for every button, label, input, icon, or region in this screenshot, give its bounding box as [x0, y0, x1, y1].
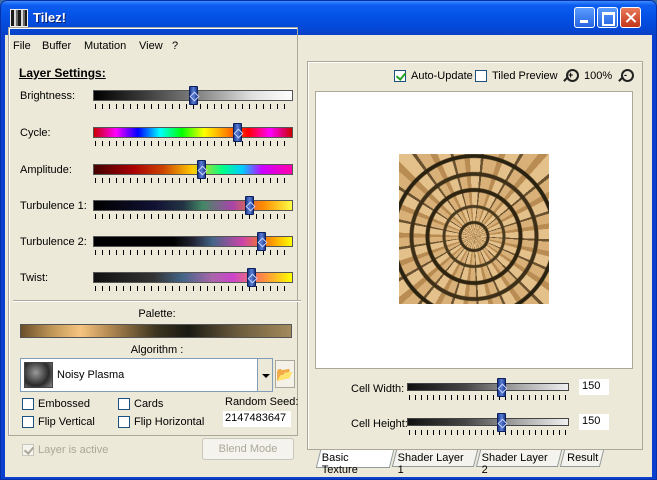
layer-active-label: Layer is active	[38, 444, 109, 456]
texture-preview[interactable]	[315, 91, 633, 369]
cell-height-thumb[interactable]	[497, 413, 506, 432]
tab-basic-texture[interactable]: Basic Texture	[315, 450, 395, 476]
slider-label: Brightness:	[20, 90, 76, 102]
flip-horizontal-label: Flip Horizontal	[134, 416, 205, 428]
slider-thumb[interactable]	[257, 232, 266, 251]
tab-result[interactable]: Result	[559, 450, 605, 467]
algorithm-value: Noisy Plasma	[57, 369, 125, 381]
cards-label: Cards	[134, 398, 164, 410]
close-button[interactable]	[620, 7, 641, 28]
flip-vertical-checkbox[interactable]	[22, 416, 34, 428]
slider-label: Cycle:	[20, 127, 51, 139]
slider-thumb[interactable]	[189, 86, 198, 105]
slider-label: Turbulence 1:	[20, 200, 87, 212]
algorithm-select[interactable]: Noisy Plasma	[20, 358, 273, 392]
zoom-in-icon[interactable]: +	[563, 69, 579, 84]
cards-checkbox[interactable]	[118, 398, 130, 410]
cell-width-input[interactable]: 150	[579, 379, 609, 395]
blend-mode-button[interactable]: Blend Mode	[202, 438, 294, 460]
cell-width-thumb[interactable]	[497, 378, 506, 397]
cell-width-label: Cell Width:	[351, 383, 405, 395]
minimize-button[interactable]	[574, 7, 595, 28]
divider	[13, 300, 301, 302]
window-title: Tilez!	[33, 10, 66, 25]
layer-settings-title: Layer Settings:	[19, 66, 106, 80]
auto-update-label: Auto-Update	[411, 70, 473, 82]
folder-open-icon[interactable]: 📂	[275, 360, 295, 388]
flip-horizontal-checkbox[interactable]	[118, 416, 130, 428]
slider-thumb[interactable]	[247, 268, 256, 287]
tab-shader-layer-1[interactable]: Shader Layer 1	[391, 450, 479, 476]
palette-label: Palette:	[138, 308, 176, 320]
tab-shader-layer-2[interactable]: Shader Layer 2	[475, 450, 563, 476]
slider-label: Turbulence 2:	[20, 236, 87, 248]
maximize-button[interactable]	[597, 7, 618, 28]
cell-width-ticks	[409, 395, 567, 400]
palette-gradient[interactable]	[20, 324, 292, 338]
slider-ticks	[95, 214, 291, 219]
tiled-preview-checkbox[interactable]	[475, 70, 487, 82]
slider-thumb[interactable]	[245, 196, 254, 215]
slider-track[interactable]	[93, 272, 293, 283]
slider-label: Amplitude:	[20, 164, 72, 176]
slider-ticks	[95, 141, 291, 146]
cell-width-slider[interactable]	[407, 383, 569, 391]
slider-label: Twist:	[20, 272, 49, 284]
zoom-level: 100%	[584, 70, 613, 82]
slider-track[interactable]	[93, 127, 293, 138]
random-seed-label: Random Seed:	[225, 396, 299, 408]
cell-height-label: Cell Height:	[351, 418, 408, 430]
slider-track[interactable]	[93, 200, 293, 211]
embossed-checkbox[interactable]	[22, 398, 34, 410]
slider-ticks	[95, 178, 291, 183]
slider-thumb[interactable]	[197, 160, 206, 179]
embossed-label: Embossed	[38, 398, 90, 410]
cell-height-input[interactable]: 150	[579, 414, 609, 430]
algorithm-label: Algorithm :	[130, 344, 184, 356]
flip-vertical-label: Flip Vertical	[38, 416, 95, 428]
texture-image	[399, 154, 549, 304]
cell-height-slider[interactable]	[407, 418, 569, 426]
zoom-out-icon[interactable]: -	[618, 69, 634, 84]
slider-thumb[interactable]	[233, 123, 242, 142]
layer-active-checkbox[interactable]	[22, 444, 34, 456]
algorithm-thumbnail	[24, 362, 53, 388]
tiled-preview-label: Tiled Preview	[492, 70, 558, 82]
slider-track[interactable]	[93, 164, 293, 175]
chevron-down-icon[interactable]	[257, 358, 273, 392]
random-seed-input[interactable]: 2147483647	[223, 411, 291, 427]
auto-update-checkbox[interactable]	[394, 70, 406, 82]
slider-ticks	[95, 286, 291, 291]
cell-height-ticks	[409, 430, 567, 435]
app-icon[interactable]	[10, 9, 28, 27]
